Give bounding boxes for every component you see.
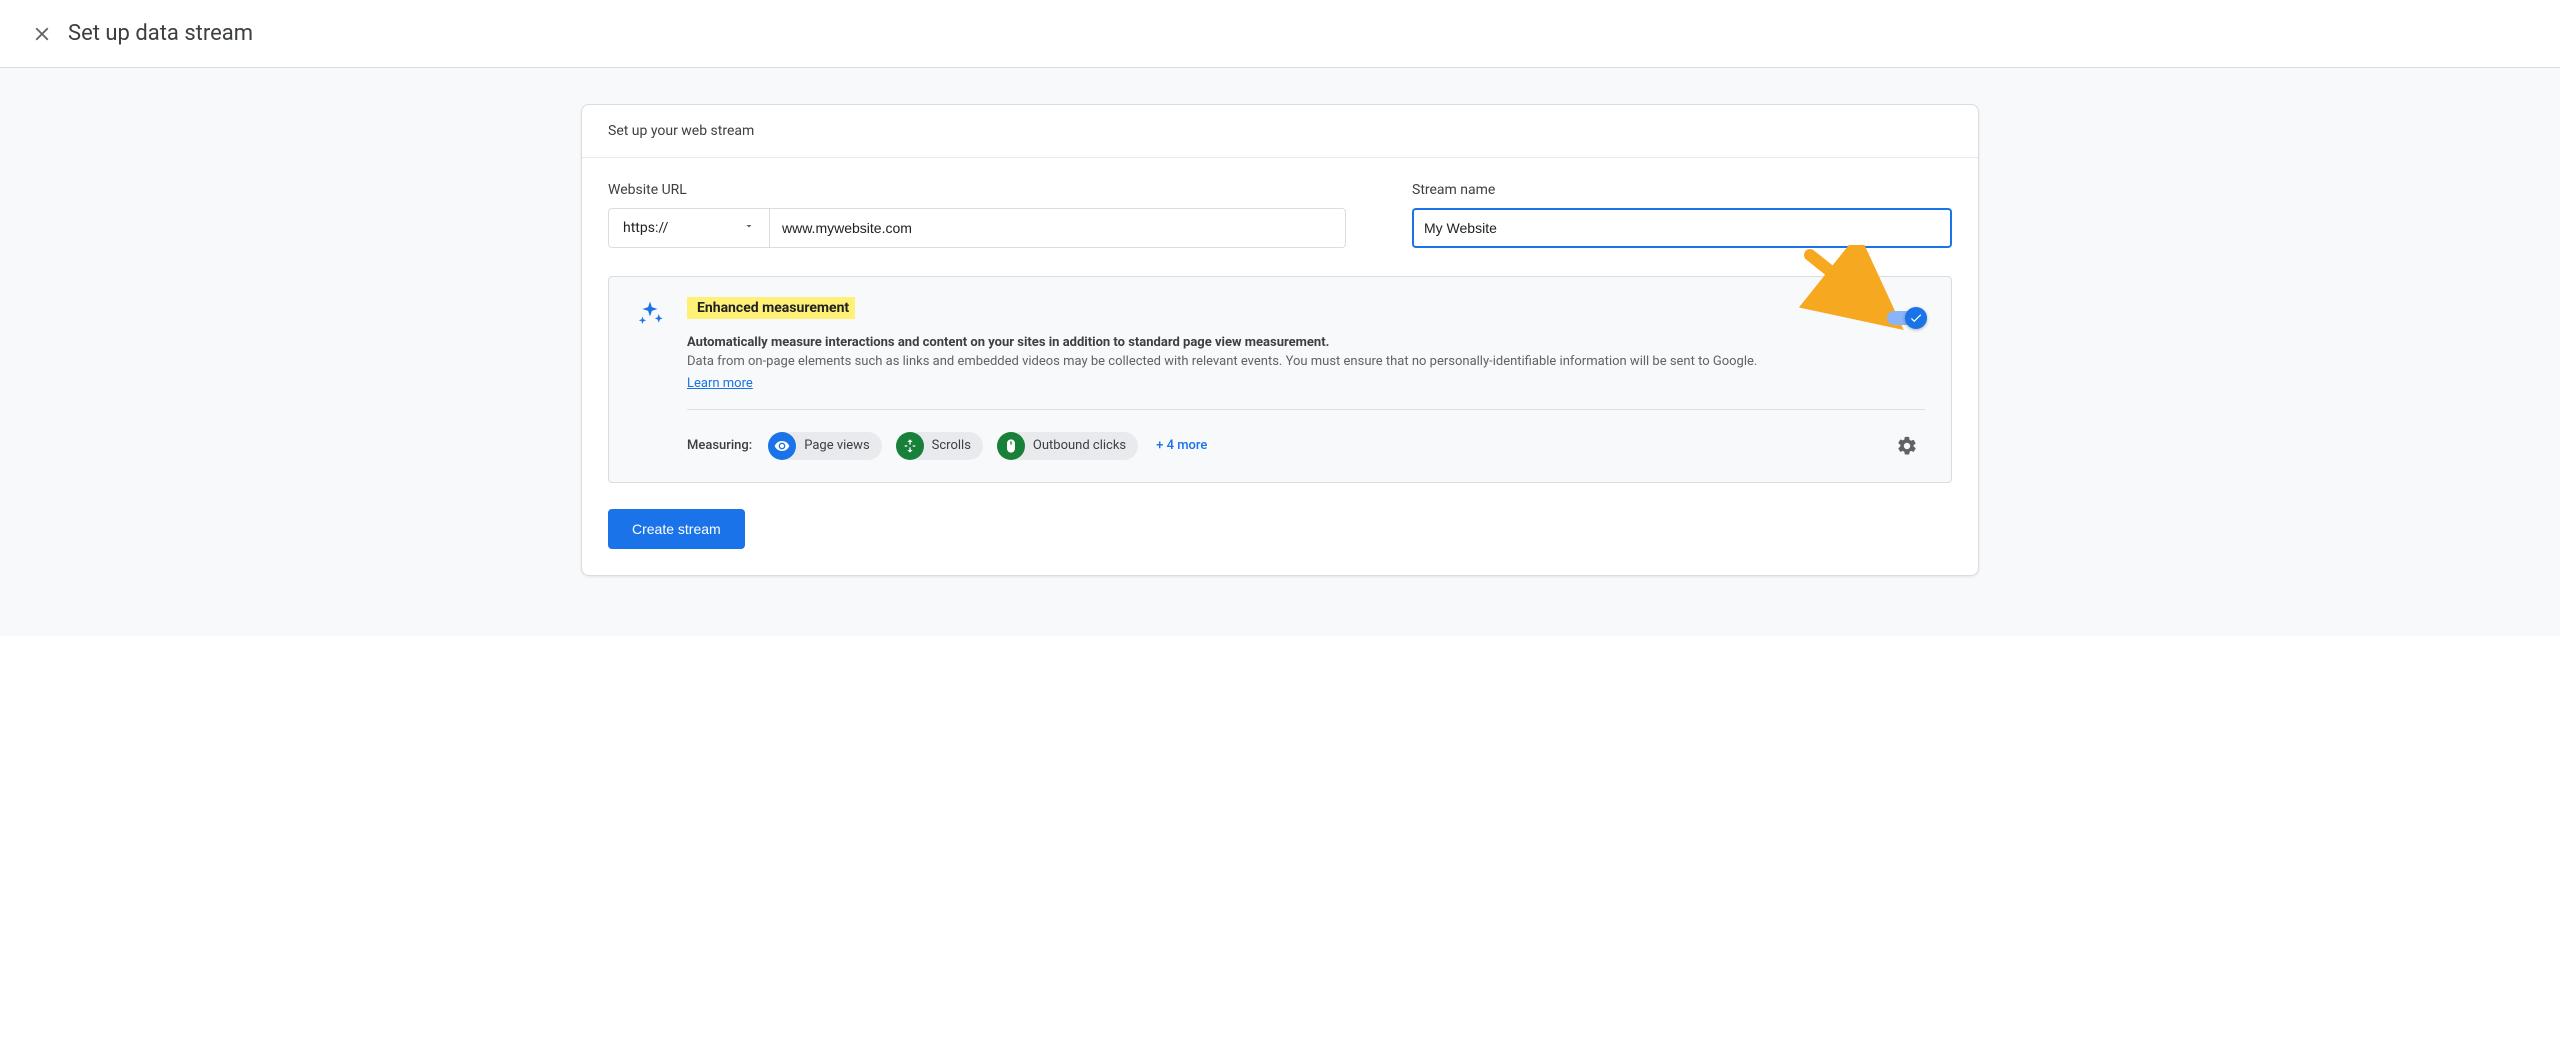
mouse-icon xyxy=(997,432,1025,460)
learn-more-link[interactable]: Learn more xyxy=(687,376,753,391)
chip-scrolls: Scrolls xyxy=(896,432,983,460)
chip-page-views-label: Page views xyxy=(804,438,869,453)
setup-card: Set up your web stream Website URL https… xyxy=(581,104,1979,576)
chevron-down-icon xyxy=(743,220,755,236)
enhanced-title: Enhanced measurement xyxy=(687,297,855,319)
protocol-select[interactable]: https:// xyxy=(608,208,770,248)
gear-icon xyxy=(1896,435,1918,457)
eye-icon xyxy=(768,432,796,460)
scroll-icon xyxy=(896,432,924,460)
card-section-title: Set up your web stream xyxy=(582,105,1978,158)
input-row: Website URL https:// Stream name xyxy=(608,182,1952,248)
enhanced-toggle[interactable] xyxy=(1887,311,1925,325)
more-chips-link[interactable]: + 4 more xyxy=(1156,438,1207,453)
measuring-label: Measuring: xyxy=(687,438,752,453)
enhanced-measurement-panel: Enhanced measurement Automatically measu… xyxy=(608,276,1952,483)
enhanced-settings-button[interactable] xyxy=(1889,428,1925,464)
enhanced-desc: Data from on-page elements such as links… xyxy=(687,352,1925,372)
stream-name-input[interactable] xyxy=(1414,210,1510,246)
protocol-value: https:// xyxy=(623,220,668,236)
stream-name-field: Stream name xyxy=(1412,182,1952,248)
chip-scrolls-label: Scrolls xyxy=(932,438,971,453)
sparkle-icon xyxy=(635,299,665,329)
close-icon xyxy=(31,23,53,45)
chip-page-views: Page views xyxy=(768,432,881,460)
website-url-field: Website URL https:// xyxy=(608,182,1346,248)
chip-outbound-clicks: Outbound clicks xyxy=(997,432,1138,460)
check-icon xyxy=(1909,311,1923,325)
stream-name-label: Stream name xyxy=(1412,182,1952,198)
website-url-input[interactable] xyxy=(770,209,1345,247)
website-url-label: Website URL xyxy=(608,182,1346,198)
canvas: Set up your web stream Website URL https… xyxy=(0,68,2560,636)
page-header: Set up data stream xyxy=(0,0,2560,68)
chip-outbound-label: Outbound clicks xyxy=(1033,438,1126,453)
close-button[interactable] xyxy=(24,16,60,52)
create-stream-button[interactable]: Create stream xyxy=(608,509,745,549)
enhanced-desc-bold: Automatically measure interactions and c… xyxy=(687,335,1925,350)
page-title: Set up data stream xyxy=(68,21,253,46)
